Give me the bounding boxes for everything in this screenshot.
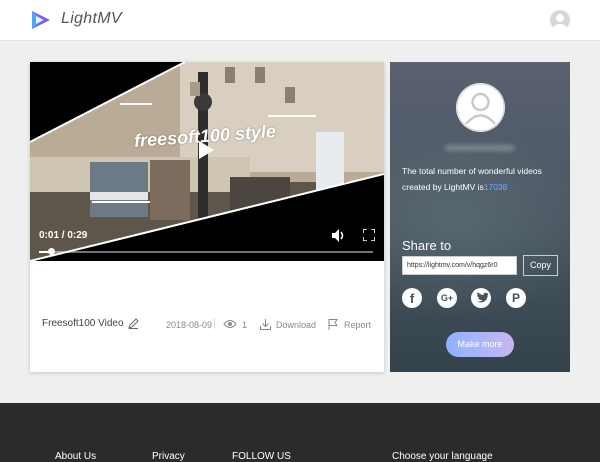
share-panel: The total number of wonderful videos cre… xyxy=(390,62,570,372)
download-icon xyxy=(260,319,271,330)
progress-bar[interactable] xyxy=(39,248,373,255)
meta-divider xyxy=(214,318,215,329)
google-plus-icon[interactable]: G+ xyxy=(437,288,457,308)
make-more-button[interactable]: Make more xyxy=(446,332,514,357)
lightmv-logo-icon[interactable] xyxy=(30,10,52,30)
video-date: 2018-08-09 xyxy=(166,320,213,330)
play-icon[interactable] xyxy=(197,140,215,160)
copy-button[interactable]: Copy xyxy=(523,255,558,276)
download-label: Download xyxy=(276,320,317,330)
footer-language-link[interactable]: Choose your language xyxy=(392,451,493,462)
video-card: freesoft100 style 0:01 / 0:29 Freesoft10… xyxy=(30,62,384,372)
video-title: Freesoft100 Video xyxy=(42,318,124,329)
report-label: Report xyxy=(344,320,372,330)
video-total-label: The total number of wonderful videos cre… xyxy=(402,166,542,192)
progress-handle[interactable] xyxy=(47,248,55,255)
footer-privacy-link[interactable]: Privacy xyxy=(152,451,185,462)
eye-icon xyxy=(223,320,237,328)
brand-name[interactable]: LightMV xyxy=(61,10,122,28)
video-meta: Freesoft100 Video 2018-08-09 1 Download … xyxy=(30,316,384,334)
creator-avatar-icon xyxy=(456,83,505,132)
share-heading: Share to xyxy=(402,238,452,253)
footer-follow-heading: FOLLOW US xyxy=(232,451,291,462)
edit-icon[interactable] xyxy=(128,318,139,329)
share-url-field[interactable]: https://lightmv.com/v/hqgz6r0 xyxy=(402,256,517,275)
volume-icon[interactable] xyxy=(332,229,346,242)
video-player[interactable]: freesoft100 style 0:01 / 0:29 xyxy=(30,62,384,261)
video-total-count: 17038 xyxy=(483,182,508,192)
facebook-icon[interactable]: f xyxy=(402,288,422,308)
top-bar: LightMV xyxy=(0,0,600,41)
fullscreen-icon[interactable] xyxy=(363,229,375,241)
twitter-icon[interactable] xyxy=(471,288,491,308)
user-avatar-icon[interactable] xyxy=(550,10,570,30)
creator-name-blurred xyxy=(445,145,515,151)
report-button[interactable]: Report xyxy=(328,318,378,332)
time-display: 0:01 / 0:29 xyxy=(39,230,88,241)
video-total-text: The total number of wonderful videos cre… xyxy=(402,163,562,195)
download-button[interactable]: Download xyxy=(260,318,320,332)
pinterest-icon[interactable]: P xyxy=(506,288,526,308)
footer: About Us Privacy FOLLOW US Choose your l… xyxy=(0,403,600,462)
flag-icon xyxy=(328,319,338,330)
view-count: 1 xyxy=(242,320,248,330)
footer-about-link[interactable]: About Us xyxy=(55,451,96,462)
